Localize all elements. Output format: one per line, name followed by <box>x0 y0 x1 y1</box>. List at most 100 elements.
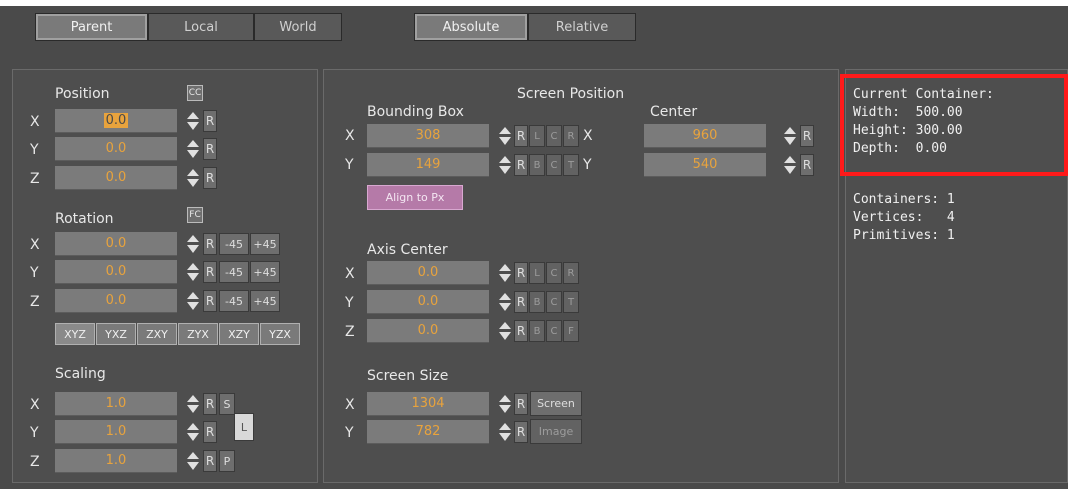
rotation-x-plus45[interactable]: +45 <box>250 233 280 255</box>
position-x-spinner[interactable] <box>186 110 200 132</box>
center-x-reset[interactable]: R <box>800 125 814 147</box>
bbox-y-center[interactable]: C <box>546 154 562 176</box>
center-y-reset[interactable]: R <box>800 154 814 176</box>
tab-world[interactable]: World <box>254 13 342 41</box>
screen-size-x-reset[interactable]: R <box>514 393 528 415</box>
tab-relative[interactable]: Relative <box>528 13 636 41</box>
screen-size-x-field[interactable]: 1304 <box>367 392 489 416</box>
axis-center-z-reset[interactable]: R <box>514 320 528 342</box>
axis-center-y-reset[interactable]: R <box>514 291 528 313</box>
screen-button[interactable]: Screen <box>530 391 582 416</box>
rotation-y-reset[interactable]: R <box>203 261 217 283</box>
rotation-order-xyz[interactable]: XYZ <box>55 323 95 345</box>
position-x-field[interactable]: 0.0 <box>55 109 177 133</box>
axis-center-y-top[interactable]: T <box>563 291 579 313</box>
position-z-spinner[interactable] <box>186 167 200 189</box>
rotation-z-field[interactable]: 0.0 <box>55 289 177 313</box>
bbox-y-top[interactable]: T <box>563 154 579 176</box>
tab-local[interactable]: Local <box>148 13 254 41</box>
scaling-z-spinner[interactable] <box>186 450 200 472</box>
rotation-z-spinner[interactable] <box>186 290 200 312</box>
axis-center-x-field[interactable]: 0.0 <box>367 261 489 285</box>
bbox-x-field[interactable]: 308 <box>367 124 489 148</box>
center-y-field[interactable]: 540 <box>644 153 766 177</box>
rotation-order-yxz[interactable]: YXZ <box>96 323 136 345</box>
axis-center-y-bottom[interactable]: B <box>529 291 545 313</box>
center-x-spinner[interactable] <box>783 125 797 147</box>
bbox-x-left[interactable]: L <box>529 125 545 147</box>
center-x-field[interactable]: 960 <box>644 124 766 148</box>
rotation-order-yzx[interactable]: YZX <box>260 323 300 345</box>
rotation-x-minus45[interactable]: -45 <box>219 233 249 255</box>
bounding-box-heading: Bounding Box <box>367 104 464 120</box>
scaling-x-spinner[interactable] <box>186 393 200 415</box>
axis-center-z-center[interactable]: C <box>546 320 562 342</box>
align-to-px-button[interactable]: Align to Px <box>367 185 463 210</box>
bbox-x-spinner[interactable] <box>498 125 512 147</box>
rotation-order-xzy[interactable]: XZY <box>219 323 259 345</box>
screen-size-y-field[interactable]: 782 <box>367 420 489 444</box>
scaling-z-field[interactable]: 1.0 <box>55 449 177 473</box>
screen-size-x-spinner[interactable] <box>498 393 512 415</box>
axis-center-y-center[interactable]: C <box>546 291 562 313</box>
rotation-y-field[interactable]: 0.0 <box>55 260 177 284</box>
rotation-z-reset[interactable]: R <box>203 290 217 312</box>
axis-center-y-spinner[interactable] <box>498 291 512 313</box>
position-x-reset[interactable]: R <box>203 110 217 132</box>
image-button[interactable]: Image <box>530 419 582 444</box>
rotation-z-label: Z <box>30 294 40 310</box>
scaling-l-button[interactable]: L <box>234 413 254 441</box>
axis-center-x-label: X <box>345 266 355 282</box>
position-y-field[interactable]: 0.0 <box>55 137 177 161</box>
rotation-x-field[interactable]: 0.0 <box>55 232 177 256</box>
scaling-y-spinner[interactable] <box>186 421 200 443</box>
rotation-y-minus45[interactable]: -45 <box>219 261 249 283</box>
tab-parent[interactable]: Parent <box>35 13 148 41</box>
position-y-spinner[interactable] <box>186 138 200 160</box>
scaling-p-button[interactable]: P <box>219 450 235 472</box>
axis-center-x-center[interactable]: C <box>546 262 562 284</box>
bbox-y-field[interactable]: 149 <box>367 153 489 177</box>
position-y-reset[interactable]: R <box>203 138 217 160</box>
bbox-y-reset[interactable]: R <box>514 154 528 176</box>
screen-size-y-reset[interactable]: R <box>514 421 528 443</box>
cc-toggle[interactable]: CC <box>187 85 203 101</box>
scaling-y-reset[interactable]: R <box>203 421 217 443</box>
tab-absolute[interactable]: Absolute <box>414 13 528 41</box>
rotation-x-reset[interactable]: R <box>203 233 217 255</box>
scaling-z-reset[interactable]: R <box>203 450 217 472</box>
rotation-z-minus45[interactable]: -45 <box>219 290 249 312</box>
info-containers: Containers: 1 <box>853 192 955 207</box>
axis-center-y-field[interactable]: 0.0 <box>367 290 489 314</box>
rotation-z-plus45[interactable]: +45 <box>250 290 280 312</box>
screen-size-y-spinner[interactable] <box>498 421 512 443</box>
bbox-y-spinner[interactable] <box>498 154 512 176</box>
fc-toggle[interactable]: FC <box>187 207 203 223</box>
axis-center-z-field[interactable]: 0.0 <box>367 319 489 343</box>
center-y-spinner[interactable] <box>783 154 797 176</box>
axis-center-x-left[interactable]: L <box>529 262 545 284</box>
scaling-y-field[interactable]: 1.0 <box>55 420 177 444</box>
axis-center-z-front[interactable]: F <box>563 320 579 342</box>
axis-center-x-right[interactable]: R <box>563 262 579 284</box>
rotation-y-spinner[interactable] <box>186 261 200 283</box>
bbox-x-right[interactable]: R <box>563 125 579 147</box>
bbox-x-reset[interactable]: R <box>514 125 528 147</box>
axis-center-x-reset[interactable]: R <box>514 262 528 284</box>
rotation-order-zyx[interactable]: ZYX <box>178 323 218 345</box>
bbox-y-bottom[interactable]: B <box>529 154 545 176</box>
bbox-x-center[interactable]: C <box>546 125 562 147</box>
rotation-y-plus45[interactable]: +45 <box>250 261 280 283</box>
axis-center-z-spinner[interactable] <box>498 320 512 342</box>
axis-center-z-back[interactable]: B <box>529 320 545 342</box>
scaling-s-button[interactable]: S <box>219 393 235 415</box>
position-z-field[interactable]: 0.0 <box>55 166 177 190</box>
scaling-z-label: Z <box>30 454 40 470</box>
screen-position-heading: Screen Position <box>517 86 625 102</box>
position-z-reset[interactable]: R <box>203 167 217 189</box>
scaling-x-field[interactable]: 1.0 <box>55 392 177 416</box>
axis-center-x-spinner[interactable] <box>498 262 512 284</box>
rotation-x-spinner[interactable] <box>186 233 200 255</box>
rotation-order-zxy[interactable]: ZXY <box>137 323 177 345</box>
scaling-x-reset[interactable]: R <box>203 393 217 415</box>
